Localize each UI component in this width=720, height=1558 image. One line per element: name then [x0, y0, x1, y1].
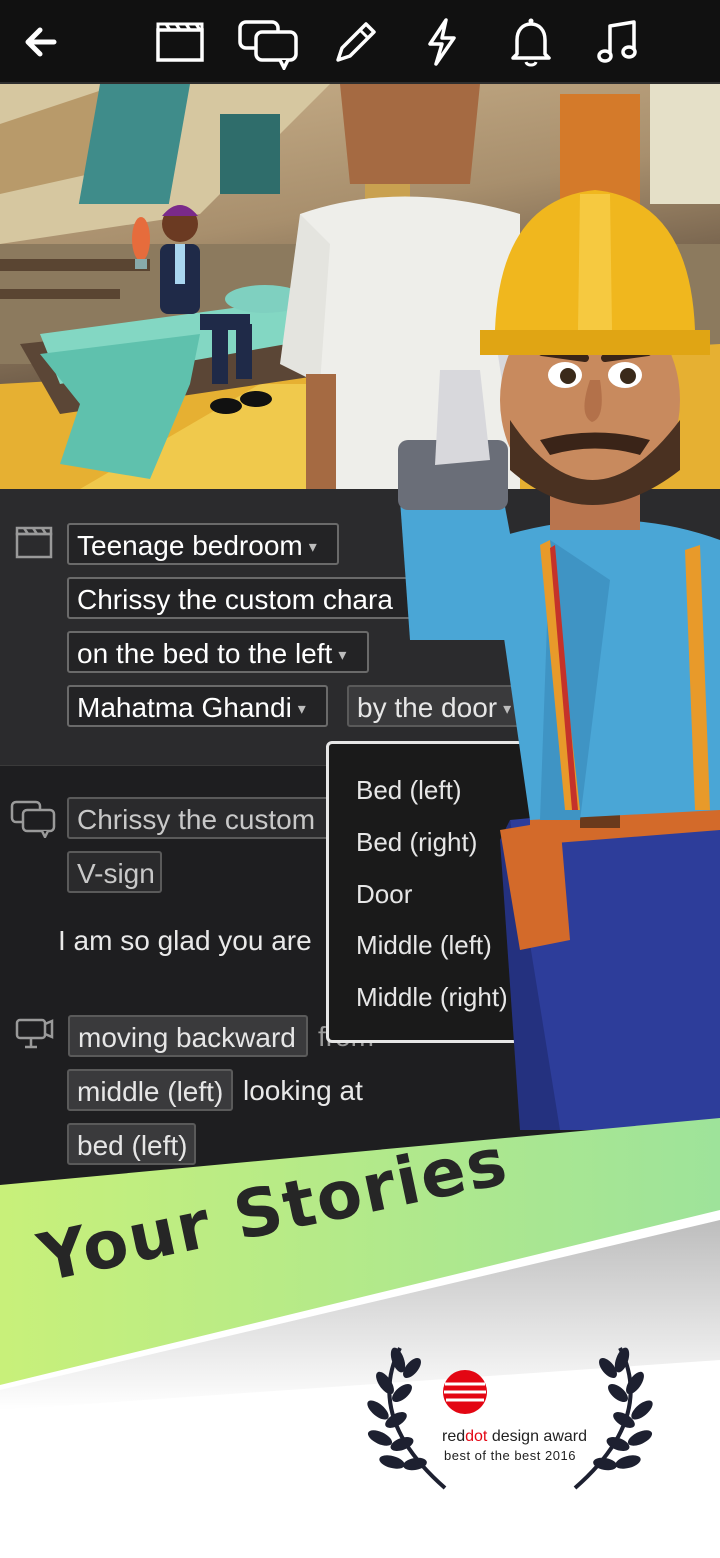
construction-worker-character — [380, 180, 720, 1130]
award-brand-rest: design award — [487, 1428, 587, 1445]
character-value: Chrissy the custom chara — [77, 584, 393, 615]
camera-movement-value: moving backward — [78, 1022, 296, 1053]
character-position-value: on the bed to the left — [77, 638, 333, 669]
location-value: Teenage bedroom — [77, 530, 303, 561]
camera-icon — [14, 1016, 54, 1050]
dialogue-line-text[interactable]: I am so glad you are — [58, 925, 312, 957]
pencil-icon[interactable] — [326, 14, 382, 70]
back-arrow-icon[interactable] — [12, 14, 68, 70]
camera-from-value: middle (left) — [77, 1076, 224, 1107]
second-character-value: Mahatma Ghandi — [77, 692, 292, 723]
bell-icon[interactable] — [503, 14, 559, 70]
speaker-dropdown[interactable]: Chrissy the custom — [67, 797, 337, 839]
chevron-down-icon: ▾ — [308, 538, 317, 556]
speech-bubbles-icon[interactable] — [236, 14, 300, 72]
speech-bubbles-icon — [9, 798, 57, 840]
camera-from-dropdown[interactable]: middle (left) — [67, 1069, 233, 1111]
award-brand-red: red — [442, 1428, 466, 1445]
clapperboard-icon[interactable] — [152, 14, 208, 70]
clapperboard-icon — [14, 524, 54, 560]
reddot-logo-icon — [443, 1370, 487, 1414]
gesture-value: V-sign — [77, 858, 155, 889]
camera-movement-dropdown[interactable]: moving backward — [68, 1015, 308, 1057]
speaker-value: Chrissy the custom — [77, 804, 316, 835]
chevron-down-icon: ▾ — [297, 700, 306, 718]
character-dropdown[interactable]: Chrissy the custom chara — [67, 577, 427, 619]
award-brand-dot: dot — [465, 1428, 488, 1445]
top-toolbar — [0, 0, 720, 84]
second-character-dropdown[interactable]: Mahatma Ghandi ▾ — [67, 685, 328, 727]
laurel-wreath-icon — [367, 1347, 653, 1490]
character-position-dropdown[interactable]: on the bed to the left ▾ — [67, 631, 369, 673]
reddot-award: reddot design award best of the best 201… — [360, 1338, 660, 1498]
lightning-icon[interactable] — [414, 14, 470, 70]
award-subtitle: best of the best 2016 — [444, 1448, 576, 1463]
location-dropdown[interactable]: Teenage bedroom ▾ — [67, 523, 339, 565]
music-note-icon[interactable] — [590, 14, 646, 70]
chevron-down-icon: ▾ — [338, 646, 347, 664]
looking-at-text: looking at — [243, 1075, 363, 1106]
gesture-dropdown[interactable]: V-sign — [67, 851, 162, 893]
award-brand: reddot design award — [442, 1428, 587, 1446]
